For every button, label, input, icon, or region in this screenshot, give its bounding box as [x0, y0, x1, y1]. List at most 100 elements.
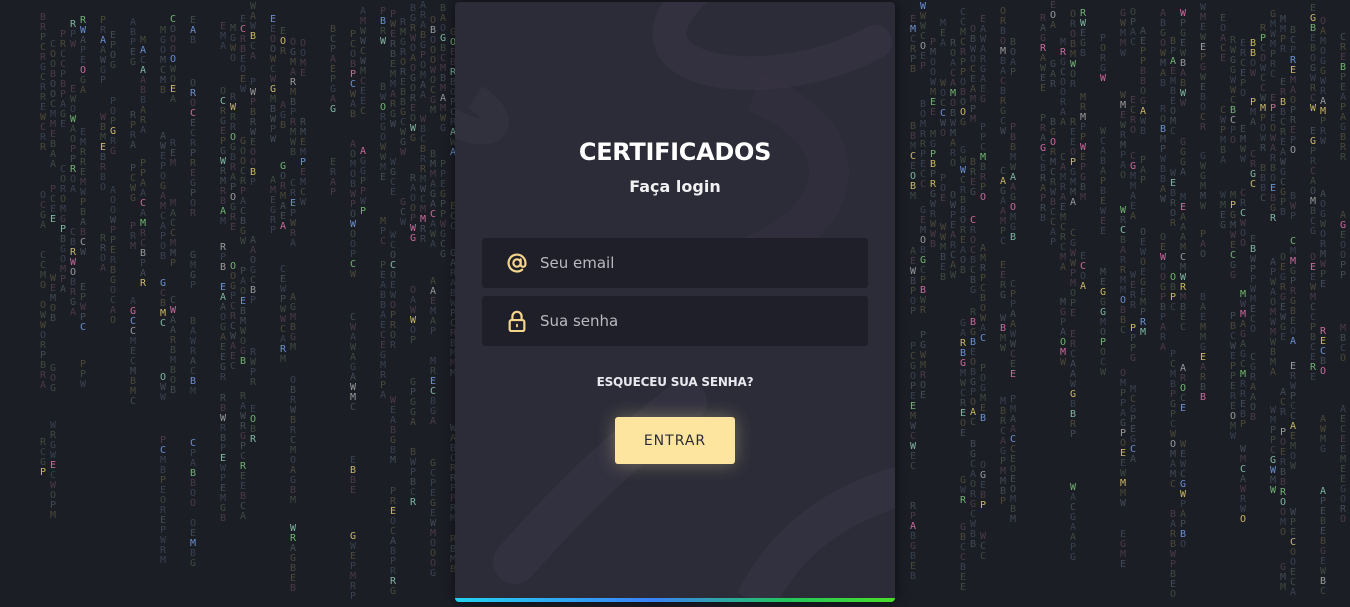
matrix-glyph: A — [1060, 262, 1066, 273]
matrix-glyph: P — [980, 500, 986, 511]
matrix-glyph: E — [920, 390, 926, 401]
matrix-glyph: P — [1050, 237, 1056, 248]
matrix-glyph: W — [1100, 73, 1107, 84]
matrix-glyph: A — [1290, 336, 1296, 347]
matrix-glyph: A — [1130, 211, 1136, 222]
matrix-glyph: A — [290, 238, 296, 249]
matrix-glyph: E — [350, 485, 356, 496]
matrix-glyph: C — [1250, 179, 1256, 190]
matrix-glyph: O — [1130, 125, 1136, 136]
matrix-glyph: R — [1340, 152, 1347, 163]
matrix-glyph: G — [440, 249, 446, 260]
matrix-glyph: A — [170, 94, 176, 105]
matrix-glyph: A — [1180, 167, 1186, 178]
matrix-glyph: G — [980, 94, 986, 105]
matrix-glyph: A — [420, 90, 426, 101]
matrix-glyph: E — [1310, 372, 1316, 383]
matrix-glyph: W — [950, 270, 957, 281]
matrix-glyph: W — [1120, 498, 1127, 509]
matrix-glyph: G — [970, 285, 976, 296]
matrix-glyph: O — [190, 498, 196, 509]
matrix-glyph: E — [300, 68, 306, 79]
at-sign-icon — [506, 252, 528, 274]
matrix-glyph: G — [410, 133, 416, 144]
matrix-glyph: G — [1310, 226, 1316, 237]
matrix-glyph: B — [160, 85, 166, 96]
matrix-glyph: R — [250, 377, 257, 388]
matrix-glyph: R — [960, 495, 967, 506]
matrix-glyph: G — [110, 60, 116, 71]
matrix-glyph: M — [190, 386, 196, 397]
matrix-glyph: R — [1270, 213, 1277, 224]
matrix-glyph: A — [130, 140, 136, 151]
matrix-glyph: O — [1290, 145, 1296, 156]
matrix-glyph: B — [190, 35, 196, 46]
matrix-glyph: P — [1070, 429, 1076, 440]
matrix-glyph: R — [1130, 300, 1137, 311]
matrix-glyph: B — [50, 313, 56, 324]
matrix-glyph: A — [1070, 197, 1076, 208]
matrix-glyph: W — [1000, 126, 1007, 137]
matrix-glyph: M — [290, 342, 296, 353]
matrix-glyph: B — [1160, 78, 1166, 89]
matrix-glyph: A — [430, 416, 436, 427]
matrix-glyph: M — [220, 216, 226, 227]
matrix-glyph: O — [1240, 88, 1246, 99]
matrix-glyph: G — [410, 233, 416, 244]
matrix-glyph: W — [380, 36, 387, 47]
matrix-glyph: O — [1230, 135, 1236, 146]
matrix-glyph: C — [380, 236, 386, 247]
matrix-glyph: O — [230, 53, 236, 64]
matrix-glyph: E — [1180, 403, 1186, 414]
login-button[interactable]: ENTRAR — [615, 417, 735, 464]
matrix-glyph: M — [1080, 192, 1086, 203]
matrix-glyph: W — [1180, 98, 1187, 109]
forgot-password-link[interactable]: ESQUECEU SUA SENHA? — [455, 375, 895, 389]
matrix-glyph: A — [940, 38, 946, 49]
matrix-glyph: W — [240, 236, 247, 247]
matrix-glyph: E — [960, 428, 966, 439]
password-field[interactable] — [482, 296, 868, 346]
matrix-glyph: A — [1080, 281, 1086, 292]
matrix-glyph: E — [930, 107, 936, 118]
matrix-glyph: O — [1240, 514, 1246, 525]
matrix-glyph: C — [130, 396, 136, 407]
matrix-glyph: O — [1200, 249, 1206, 260]
email-field[interactable] — [482, 238, 868, 288]
matrix-glyph: M — [390, 455, 396, 466]
password-input[interactable] — [538, 311, 862, 331]
matrix-glyph: E — [1100, 226, 1106, 237]
matrix-glyph: M — [170, 158, 176, 169]
matrix-glyph: G — [330, 104, 336, 115]
matrix-glyph: W — [80, 379, 87, 390]
matrix-glyph: R — [1170, 218, 1177, 229]
matrix-glyph: R — [420, 234, 427, 245]
matrix-glyph: P — [250, 295, 256, 306]
matrix-glyph: R — [390, 340, 397, 351]
matrix-glyph: C — [1130, 37, 1136, 48]
matrix-glyph: W — [1320, 136, 1327, 147]
matrix-glyph: M — [280, 354, 286, 365]
matrix-glyph: A — [1290, 587, 1296, 598]
matrix-glyph: W — [300, 197, 307, 208]
matrix-glyph: R — [1050, 79, 1057, 90]
matrix-glyph: B — [290, 147, 296, 158]
matrix-glyph: P — [1340, 270, 1346, 281]
matrix-glyph: W — [400, 217, 407, 228]
matrix-glyph: G — [1130, 353, 1136, 364]
lock-icon — [506, 310, 528, 332]
matrix-glyph: W — [1160, 194, 1167, 205]
email-input[interactable] — [538, 253, 862, 273]
matrix-glyph: P — [170, 258, 176, 269]
matrix-glyph: P — [1000, 496, 1006, 507]
matrix-glyph: O — [1280, 527, 1286, 538]
matrix-glyph: W — [1200, 201, 1207, 212]
matrix-glyph: G — [1320, 444, 1326, 455]
matrix-glyph: O — [950, 158, 956, 169]
matrix-glyph: C — [1260, 193, 1266, 204]
matrix-glyph: C — [1170, 302, 1176, 313]
matrix-glyph: W — [1240, 154, 1247, 165]
matrix-glyph: G — [1000, 290, 1006, 301]
matrix-glyph: B — [960, 265, 966, 276]
matrix-glyph: B — [1250, 412, 1256, 423]
